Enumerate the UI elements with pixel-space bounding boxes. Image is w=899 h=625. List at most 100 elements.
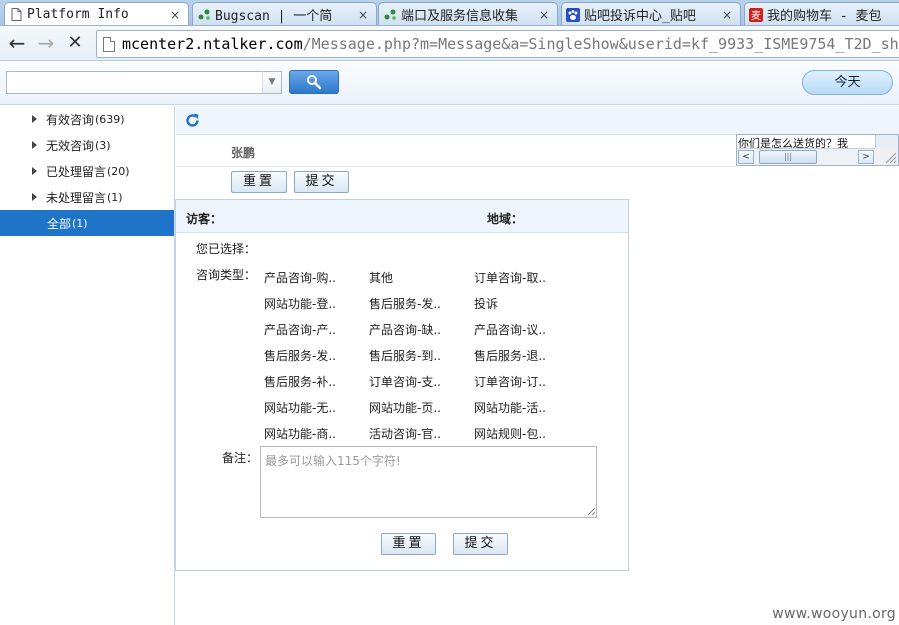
- sidebar-item-count: (3): [95, 138, 111, 152]
- remark-label: 备注：: [222, 451, 259, 465]
- tab-title: 贴吧投诉中心_贴吧: [584, 9, 696, 24]
- message-preview-text: 你们是怎么送货的？我: [738, 137, 848, 149]
- sidebar-item-label: 全部: [47, 216, 72, 231]
- consult-type-option[interactable]: 网站功能-无..: [264, 399, 336, 416]
- remark-textarea[interactable]: [260, 446, 597, 518]
- visitor-name-row: 张鹏: [176, 136, 736, 167]
- consult-type-option[interactable]: 售后服务-发..: [264, 347, 336, 364]
- tab-port-info[interactable]: 端口及服务信息收集 ×: [378, 2, 558, 25]
- search-input[interactable]: [6, 71, 263, 94]
- tab-title: Bugscan | 一个简: [215, 9, 333, 24]
- consult-type-option[interactable]: 订单咨询-支..: [369, 373, 441, 390]
- address-bar[interactable]: mcenter2.ntalker.com/Message.php?m=Messa…: [96, 30, 899, 58]
- tab-shopping-cart[interactable]: 麦 我的购物车 - 麦包: [744, 2, 899, 25]
- chevron-right-icon: [32, 193, 37, 201]
- consult-type-option[interactable]: 网站功能-商..: [264, 425, 336, 442]
- selected-label: 您已选择：: [196, 242, 257, 256]
- scroll-left-icon[interactable]: <: [738, 150, 754, 164]
- top-submit-button[interactable]: 提交: [294, 171, 349, 193]
- resize-grip-icon[interactable]: [587, 507, 596, 516]
- browser-toolbar: ← → ✕ mcenter2.ntalker.com/Message.php?m…: [0, 27, 899, 61]
- consult-type-option[interactable]: 产品咨询-购..: [264, 269, 336, 286]
- browser-tab-strip: Platform Info × Bugscan | 一个简 × 端口及服务信息收…: [0, 0, 899, 26]
- resize-corner: [875, 148, 898, 165]
- classification-panel: 访客： 地域： 您已选择： 咨询类型： 产品咨询-购.. 其他 订单咨询-取..…: [175, 199, 629, 571]
- consult-type-option[interactable]: 产品咨询-产..: [264, 321, 336, 338]
- vertical-scrollbar[interactable]: [875, 135, 898, 149]
- consult-type-option[interactable]: 投诉: [474, 295, 498, 312]
- consult-type-option[interactable]: 其他: [369, 269, 393, 286]
- top-reset-button[interactable]: 重置: [231, 171, 287, 193]
- consult-type-option[interactable]: 售后服务-发..: [369, 295, 441, 312]
- scroll-right-icon[interactable]: >: [858, 150, 874, 164]
- page-icon: [103, 36, 115, 52]
- consult-type-option[interactable]: 售后服务-退..: [474, 347, 546, 364]
- tab-platform-info[interactable]: Platform Info ×: [4, 2, 189, 25]
- chevron-right-icon: [32, 141, 37, 149]
- forward-arrow-icon[interactable]: →: [34, 32, 58, 56]
- consult-type-option[interactable]: 售后服务-补..: [264, 373, 336, 390]
- consult-type-option[interactable]: 产品咨询-议..: [474, 321, 546, 338]
- close-icon[interactable]: ×: [170, 8, 182, 22]
- sidebar-item-label: 有效咨询: [46, 112, 95, 127]
- close-icon[interactable]: ×: [722, 8, 734, 22]
- message-preview-pane[interactable]: 你们是怎么送货的？我 < ||| >: [736, 134, 899, 166]
- sidebar-item-count: (20): [107, 164, 130, 178]
- search-icon: [307, 75, 322, 90]
- sidebar-item-invalid[interactable]: 无效咨询 (3): [0, 132, 174, 158]
- back-arrow-icon[interactable]: ←: [5, 32, 29, 56]
- consult-type-option[interactable]: 网站规则-包..: [474, 425, 546, 442]
- sidebar-item-count: (1): [72, 216, 88, 230]
- sidebar: 有效咨询 (639) 无效咨询 (3) 已处理留言 (20) 未处理留言 (1) 全部(…: [0, 106, 175, 625]
- tab-title: Platform Info: [27, 7, 129, 22]
- chevron-right-icon: [32, 115, 37, 123]
- sidebar-item-processed[interactable]: 已处理留言 (20): [0, 158, 174, 184]
- tab-title: 我的购物车 - 麦包: [767, 9, 882, 24]
- bugscan-icon: [383, 8, 397, 22]
- sidebar-item-valid[interactable]: 有效咨询 (639): [0, 106, 174, 132]
- consult-type-option[interactable]: 订单咨询-取..: [474, 269, 546, 286]
- tab-tieba-complaint[interactable]: 贴吧投诉中心_贴吧 ×: [561, 2, 741, 25]
- tab-title: 端口及服务信息收集: [401, 9, 519, 24]
- consult-type-option[interactable]: 网站功能-登..: [264, 295, 336, 312]
- horizontal-scrollbar[interactable]: < ||| >: [737, 148, 877, 165]
- tab-bugscan[interactable]: Bugscan | 一个简 ×: [192, 2, 377, 25]
- consult-type-option[interactable]: 活动咨询-官..: [369, 425, 441, 442]
- mai-icon: 麦: [749, 7, 763, 22]
- close-icon[interactable]: ×: [358, 8, 370, 22]
- consult-type-option[interactable]: 产品咨询-缺..: [369, 321, 441, 338]
- page-icon: [9, 8, 23, 22]
- chevron-right-icon: [32, 167, 37, 175]
- consult-type-option[interactable]: 网站功能-活..: [474, 399, 546, 416]
- refresh-icon[interactable]: [184, 112, 201, 129]
- visitor-name: 张鹏: [231, 146, 256, 160]
- bugscan-icon: [197, 8, 211, 22]
- sidebar-item-unprocessed[interactable]: 未处理留言 (1): [0, 184, 174, 210]
- sidebar-item-label: 已处理留言: [46, 164, 107, 179]
- sidebar-item-count: (639): [95, 112, 125, 126]
- scrollbar-thumb[interactable]: |||: [759, 150, 817, 164]
- today-button[interactable]: 今天: [802, 70, 893, 95]
- url-host: mcenter2.ntalker.com: [122, 35, 303, 53]
- consult-type-option[interactable]: 网站功能-页..: [369, 399, 441, 416]
- consult-type-option[interactable]: 售后服务-到..: [369, 347, 441, 364]
- sidebar-item-count: (1): [107, 190, 123, 204]
- url-path: /Message.php?m=Message&a=SingleShow&user…: [302, 35, 899, 53]
- visitor-label: 访客：: [186, 212, 223, 226]
- close-icon[interactable]: ×: [539, 8, 551, 22]
- search-button[interactable]: [289, 70, 339, 94]
- sidebar-item-label: 未处理留言: [46, 190, 107, 205]
- app-top-bar: ▼ 今天: [0, 62, 899, 105]
- baidu-paw-icon: [566, 7, 580, 22]
- refresh-bar: [176, 106, 899, 135]
- sidebar-item-all[interactable]: 全部 (1): [0, 210, 174, 236]
- region-label: 地域：: [487, 212, 524, 226]
- consult-type-option[interactable]: 订单咨询-订..: [474, 373, 546, 390]
- submit-button[interactable]: 提交: [453, 533, 508, 555]
- reset-button[interactable]: 重置: [381, 533, 436, 555]
- consult-type-label: 咨询类型：: [196, 268, 257, 282]
- watermark: www.wooyun.org: [772, 606, 896, 622]
- chevron-down-icon[interactable]: ▼: [262, 71, 282, 94]
- sidebar-item-label: 无效咨询: [46, 138, 95, 153]
- stop-icon[interactable]: ✕: [63, 32, 87, 56]
